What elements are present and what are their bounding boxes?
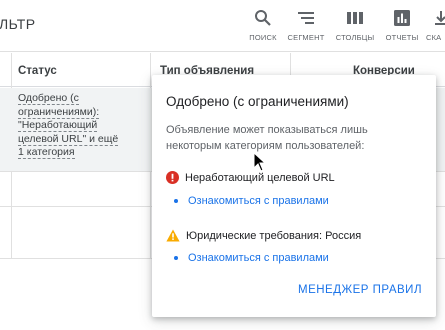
download-button-label: СКА bbox=[426, 33, 442, 42]
status-line: ограничениями): bbox=[18, 105, 100, 119]
policy-link[interactable]: Ознакомиться с правилами bbox=[174, 195, 329, 207]
segment-button-label: СЕГМЕНТ bbox=[287, 33, 325, 42]
policy-issue-broken-url: Неработающий целевой URL bbox=[166, 171, 335, 184]
download-button[interactable]: СКА bbox=[426, 9, 445, 42]
bullet-icon bbox=[174, 256, 178, 260]
search-icon bbox=[255, 10, 271, 26]
filter-button[interactable]: ЛЬТР bbox=[0, 16, 35, 32]
approval-status-popup: Одобрено (с ограничениями) Объявление мо… bbox=[152, 75, 436, 317]
policy-link-text[interactable]: Ознакомиться с правилами bbox=[188, 252, 329, 264]
reports-icon bbox=[394, 10, 410, 26]
download-icon bbox=[435, 11, 445, 25]
popup-description: Объявление может показываться лишь некот… bbox=[166, 124, 368, 152]
reports-button[interactable]: ОТЧЕТЫ bbox=[380, 9, 424, 42]
segment-icon bbox=[298, 12, 314, 24]
status-line: 1 категория bbox=[18, 146, 75, 160]
popup-title: Одобрено (с ограничениями) bbox=[166, 94, 349, 109]
error-icon bbox=[166, 171, 179, 184]
policy-link[interactable]: Ознакомиться с правилами bbox=[174, 252, 329, 264]
policy-link-text[interactable]: Ознакомиться с правилами bbox=[188, 195, 329, 207]
column-header-status[interactable]: Статус bbox=[18, 65, 57, 77]
status-line: "Неработающий bbox=[18, 119, 98, 133]
columns-button[interactable]: СТОЛБЦЫ bbox=[333, 9, 377, 42]
search-button[interactable]: ПОИСК bbox=[241, 9, 285, 42]
search-button-label: ПОИСК bbox=[249, 33, 277, 42]
toolbar: ЛЬТР ПОИСК СЕГМЕНТ СТОЛБЦЫ ОТЧЕТЫ СКА bbox=[0, 0, 445, 52]
status-line: целевой URL" и ещё bbox=[18, 132, 119, 146]
mouse-cursor-icon bbox=[253, 152, 267, 172]
bullet-icon bbox=[174, 199, 178, 203]
segment-button[interactable]: СЕГМЕНТ bbox=[284, 9, 328, 42]
policy-issue-legal: Юридические требования: Россия bbox=[166, 229, 361, 242]
status-line: Одобрено (с bbox=[18, 92, 79, 105]
policy-manager-button[interactable]: МЕНЕДЖЕР ПРАВИЛ bbox=[298, 284, 422, 296]
policy-issue-label: Неработающий целевой URL bbox=[185, 171, 335, 184]
status-cell[interactable]: Одобрено (с ограничениями): "Неработающи… bbox=[18, 92, 119, 160]
warning-icon bbox=[166, 229, 180, 242]
policy-issue-label: Юридические требования: Россия bbox=[186, 229, 362, 242]
columns-icon bbox=[347, 12, 363, 24]
columns-button-label: СТОЛБЦЫ bbox=[335, 33, 375, 42]
reports-button-label: ОТЧЕТЫ bbox=[385, 33, 419, 42]
